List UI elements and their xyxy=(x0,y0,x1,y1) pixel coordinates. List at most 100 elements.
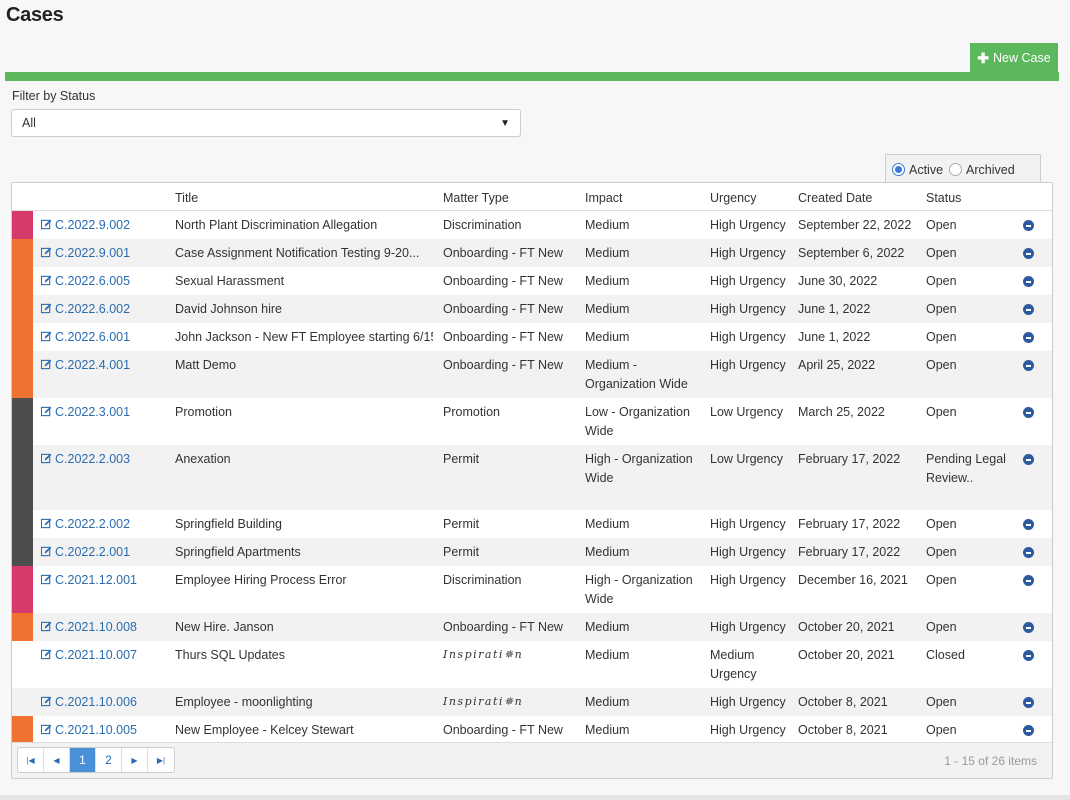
table-row: C.2022.4.001 Matt Demo Onboarding - FT New… xyxy=(12,351,1052,398)
table-row: C.2022.6.005 Sexual Harassment Onboarding … xyxy=(12,267,1052,295)
table-row: C.2022.2.002 Springfield Building Permit Me… xyxy=(12,510,1052,538)
table-row: C.2022.2.003 Anexation Permit High - Organi… xyxy=(12,445,1052,510)
case-title: Anexation xyxy=(175,452,231,466)
table-row: C.2021.10.006 Employee - moonlighting Insp… xyxy=(12,688,1052,716)
archived-radio[interactable] xyxy=(949,163,963,176)
created-date: September 22, 2022 xyxy=(798,218,912,232)
last-page-button[interactable]: ▶| xyxy=(148,748,174,772)
impact: Medium xyxy=(585,545,630,559)
case-link[interactable]: C.2022.3.001 xyxy=(41,405,130,419)
case-link[interactable]: C.2022.2.001 xyxy=(41,545,130,559)
edit-icon xyxy=(41,518,52,529)
remove-circle-icon[interactable] xyxy=(1023,304,1034,315)
column-header-created-date[interactable]: Created Date xyxy=(798,191,872,205)
case-link[interactable]: C.2021.10.007 xyxy=(41,648,137,662)
table-row: C.2022.9.002 North Plant Discrimination A… xyxy=(12,211,1052,239)
column-header-matter-type[interactable]: Matter Type xyxy=(443,191,509,205)
urgency: Medium Urgency xyxy=(710,648,757,681)
matter-type: Onboarding - FT New xyxy=(443,358,563,372)
created-date: October 8, 2021 xyxy=(798,695,888,709)
case-id: C.2022.9.002 xyxy=(55,218,131,232)
urgency: High Urgency xyxy=(710,358,786,372)
edit-icon xyxy=(41,621,52,632)
remove-circle-icon[interactable] xyxy=(1023,276,1034,287)
remove-circle-icon[interactable] xyxy=(1023,547,1034,558)
remove-circle-icon[interactable] xyxy=(1023,220,1034,231)
status-filter-value: All xyxy=(22,116,36,130)
status: Open xyxy=(926,620,957,634)
status: Open xyxy=(926,517,957,531)
case-link[interactable]: C.2021.10.005 xyxy=(41,723,137,737)
active-radio-option[interactable]: Active xyxy=(892,163,943,177)
category-color-swatch xyxy=(12,613,33,641)
case-link[interactable]: C.2021.10.006 xyxy=(41,695,137,709)
case-link[interactable]: C.2022.9.002 xyxy=(41,218,130,232)
case-link[interactable]: C.2022.2.003 xyxy=(41,452,130,466)
remove-circle-icon[interactable] xyxy=(1023,248,1034,259)
pager: |◀ ◀ 1 2 ▶ ▶| 1 - 15 of 26 items xyxy=(12,742,1052,778)
case-title: Sexual Harassment xyxy=(175,274,285,288)
first-page-button[interactable]: |◀ xyxy=(18,748,44,772)
case-id-cell: C.2022.4.001 xyxy=(41,356,130,375)
matter-type: Permit xyxy=(443,517,480,531)
remove-circle-icon[interactable] xyxy=(1023,454,1034,465)
edit-icon xyxy=(41,247,52,258)
status-filter-select[interactable]: All ▼ xyxy=(11,109,521,137)
status: Open xyxy=(926,302,957,316)
column-header-status[interactable]: Status xyxy=(926,191,961,205)
page-button-2[interactable]: 2 xyxy=(96,748,122,772)
edit-icon xyxy=(41,546,52,557)
case-id: C.2022.4.001 xyxy=(55,358,131,372)
case-link[interactable]: C.2022.9.001 xyxy=(41,246,130,260)
impact: Medium xyxy=(585,246,630,260)
case-id-cell: C.2022.6.001 xyxy=(41,328,130,347)
case-id: C.2022.6.002 xyxy=(55,302,131,316)
remove-circle-icon[interactable] xyxy=(1023,519,1034,530)
archived-radio-option[interactable]: Archived xyxy=(949,163,1015,177)
case-id: C.2022.2.003 xyxy=(55,452,131,466)
remove-circle-icon[interactable] xyxy=(1023,622,1034,633)
column-header-urgency[interactable]: Urgency xyxy=(710,191,757,205)
case-id-cell: C.2021.10.006 xyxy=(41,693,137,712)
created-date: October 20, 2021 xyxy=(798,620,895,634)
case-link[interactable]: C.2022.6.001 xyxy=(41,330,130,344)
remove-circle-icon[interactable] xyxy=(1023,332,1034,343)
remove-circle-icon[interactable] xyxy=(1023,407,1034,418)
new-case-button[interactable]: ✚ New Case xyxy=(970,43,1058,73)
status: Open xyxy=(926,246,957,260)
column-header-title[interactable]: Title xyxy=(175,191,198,205)
case-id: C.2021.10.008 xyxy=(55,620,138,634)
remove-circle-icon[interactable] xyxy=(1023,575,1034,586)
next-page-button[interactable]: ▶ xyxy=(122,748,148,772)
remove-circle-icon[interactable] xyxy=(1023,650,1034,661)
table-row: C.2021.10.005 New Employee - Kelcey Stewa… xyxy=(12,716,1052,744)
status: Closed xyxy=(926,648,965,662)
category-color-swatch xyxy=(12,538,33,566)
case-link[interactable]: C.2022.4.001 xyxy=(41,358,130,372)
table-row: C.2021.10.007 Thurs SQL Updates Inspirati✵… xyxy=(12,641,1052,688)
case-link[interactable]: C.2022.6.005 xyxy=(41,274,130,288)
category-color-swatch xyxy=(12,398,33,445)
prev-page-button[interactable]: ◀ xyxy=(44,748,70,772)
case-id: C.2021.10.005 xyxy=(55,723,138,737)
table-row: C.2022.6.001 John Jackson - New FT Employ… xyxy=(12,323,1052,351)
case-link[interactable]: C.2022.6.002 xyxy=(41,302,130,316)
case-link[interactable]: C.2021.12.001 xyxy=(41,573,137,587)
edit-icon xyxy=(41,359,52,370)
remove-circle-icon[interactable] xyxy=(1023,725,1034,736)
case-link[interactable]: C.2021.10.008 xyxy=(41,620,137,634)
page-button-1[interactable]: 1 xyxy=(70,748,96,772)
category-color-swatch xyxy=(12,510,33,538)
case-title: New Employee - Kelcey Stewart xyxy=(175,723,354,737)
case-id: C.2022.6.001 xyxy=(55,330,131,344)
category-color-swatch xyxy=(12,323,33,351)
case-id-cell: C.2021.10.005 xyxy=(41,721,137,740)
case-link[interactable]: C.2022.2.002 xyxy=(41,517,130,531)
caret-down-icon: ▼ xyxy=(500,117,510,129)
remove-circle-icon[interactable] xyxy=(1023,697,1034,708)
edit-icon xyxy=(41,724,52,735)
column-header-impact[interactable]: Impact xyxy=(585,191,623,205)
active-radio[interactable] xyxy=(892,163,905,176)
remove-circle-icon[interactable] xyxy=(1023,360,1034,371)
case-id-cell: C.2021.12.001 xyxy=(41,571,137,590)
